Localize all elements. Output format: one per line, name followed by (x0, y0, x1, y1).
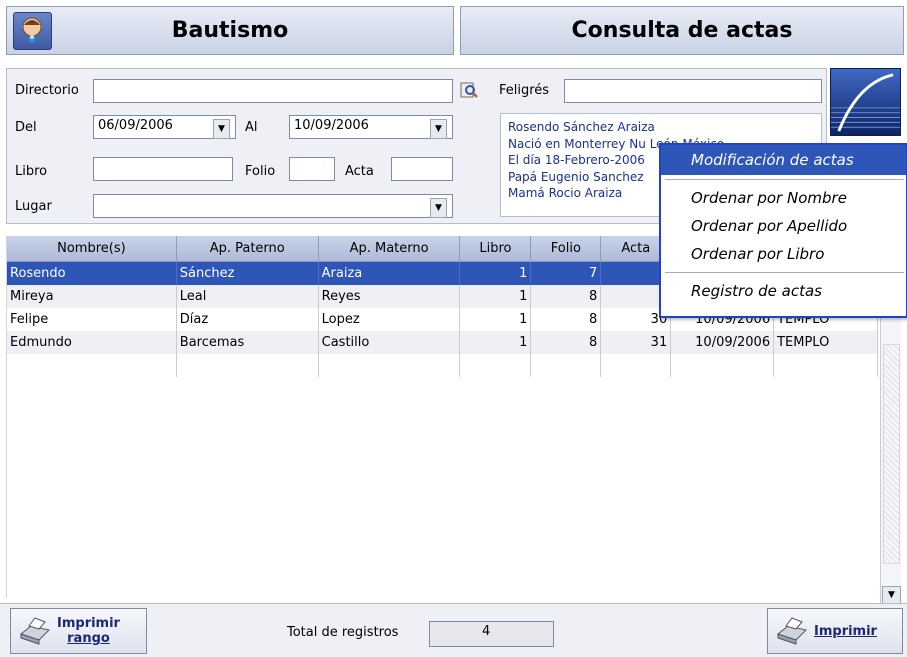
baptism-icon[interactable] (13, 12, 52, 50)
del-date-select[interactable]: 06/09/2006 ▼ (93, 115, 236, 139)
print-range-button[interactable]: Imprimir rango (10, 608, 147, 654)
lugar-label: Lugar (15, 199, 52, 214)
cell-nombre: Rosendo (7, 262, 177, 285)
context-menu: Modificación de actas Ordenar por Nombre… (659, 143, 907, 318)
cell-ap-paterno: Barcemas (177, 331, 319, 354)
menu-separator (665, 179, 904, 180)
cell-ap-paterno: Díaz (177, 308, 319, 331)
chevron-down-icon[interactable]: ▼ (213, 119, 230, 139)
directorio-label: Directorio (15, 83, 79, 98)
al-date-select[interactable]: 10/09/2006 ▼ (289, 115, 453, 139)
menu-separator (665, 272, 904, 273)
print-label: Imprimir (814, 623, 877, 639)
directorio-input[interactable] (93, 79, 453, 103)
menu-item-ordenar-por-libro[interactable]: Ordenar por Libro (661, 240, 906, 268)
lugar-select[interactable]: ▼ (93, 194, 453, 218)
column-header[interactable]: Ap. Paterno (177, 236, 319, 261)
cell-libro: 1 (460, 262, 532, 285)
al-date-value: 10/09/2006 (294, 118, 369, 133)
cell-nombre: Mireya (7, 285, 177, 308)
feligres-label: Feligrés (499, 83, 550, 98)
del-date-value: 06/09/2006 (98, 118, 173, 133)
acta-label: Acta (345, 164, 374, 179)
cell-nombre: Felipe (7, 308, 177, 331)
lugar-value (98, 197, 429, 215)
menu-item-ordenar-por-nombre[interactable]: Ordenar por Nombre (661, 184, 906, 212)
signature-logo (830, 68, 901, 136)
cell-lugar: TEMPLO (774, 331, 878, 354)
chevron-down-icon[interactable]: ▼ (882, 586, 901, 604)
feligres-input[interactable] (564, 79, 822, 103)
folio-input[interactable] (289, 157, 335, 181)
view-title-bar: Consulta de actas (460, 6, 904, 55)
cell-ap-materno: Castillo (319, 331, 461, 354)
print-range-label: Imprimir rango (57, 616, 120, 646)
footer-bar: Imprimir rango Total de registros 4 Impr… (0, 603, 907, 657)
module-title: Bautismo (171, 18, 289, 43)
column-header[interactable]: Libro (460, 236, 532, 261)
cell-folio: 8 (531, 285, 602, 308)
view-title: Consulta de actas (571, 18, 793, 43)
cell-acta: 31 (601, 331, 672, 354)
cell-nombre: Edmundo (7, 331, 177, 354)
cell-folio: 8 (531, 308, 602, 331)
printer-icon (17, 616, 51, 646)
libro-input[interactable] (93, 157, 233, 181)
menu-item-ordenar-por-apellido[interactable]: Ordenar por Apellido (661, 212, 906, 240)
menu-item-modificacion-de-actas[interactable]: Modificación de actas (661, 145, 906, 175)
table-row[interactable]: Edmundo Barcemas Castillo 1 8 31 10/09/2… (7, 331, 878, 354)
cell-libro: 1 (460, 285, 532, 308)
chevron-down-icon[interactable]: ▼ (430, 119, 447, 139)
total-label: Total de registros (287, 625, 399, 640)
chevron-down-icon[interactable]: ▼ (430, 198, 447, 218)
search-person-icon[interactable] (460, 81, 478, 99)
menu-item-registro-de-actas[interactable]: Registro de actas (661, 277, 906, 305)
column-header[interactable]: Nombre(s) (7, 236, 177, 261)
del-label: Del (15, 120, 37, 135)
cell-ap-materno: Araiza (319, 262, 461, 285)
column-header[interactable]: Ap. Materno (319, 236, 461, 261)
cell-fecha: 10/09/2006 (671, 331, 775, 354)
folio-label: Folio (245, 164, 276, 179)
column-header[interactable]: Folio (531, 236, 602, 261)
cell-ap-paterno: Sánchez (177, 262, 319, 285)
cell-folio: 7 (531, 262, 602, 285)
print-range-line1: Imprimir (57, 616, 120, 631)
al-label: Al (245, 120, 258, 135)
summary-line: Rosendo Sánchez Araiza (508, 120, 655, 134)
print-range-line2: rango (67, 631, 110, 646)
printer-icon (774, 616, 808, 646)
scrollbar-thumb[interactable] (883, 344, 900, 564)
libro-label: Libro (15, 164, 48, 179)
cell-ap-materno: Lopez (319, 308, 461, 331)
empty-row (7, 354, 878, 377)
cell-libro: 1 (460, 331, 532, 354)
print-button[interactable]: Imprimir (767, 608, 903, 654)
cell-libro: 1 (460, 308, 532, 331)
acta-input[interactable] (391, 157, 453, 181)
module-title-bar: Bautismo (6, 6, 454, 55)
total-count: 4 (429, 621, 554, 647)
cell-folio: 8 (531, 331, 602, 354)
cell-ap-materno: Reyes (319, 285, 461, 308)
cell-ap-paterno: Leal (177, 285, 319, 308)
